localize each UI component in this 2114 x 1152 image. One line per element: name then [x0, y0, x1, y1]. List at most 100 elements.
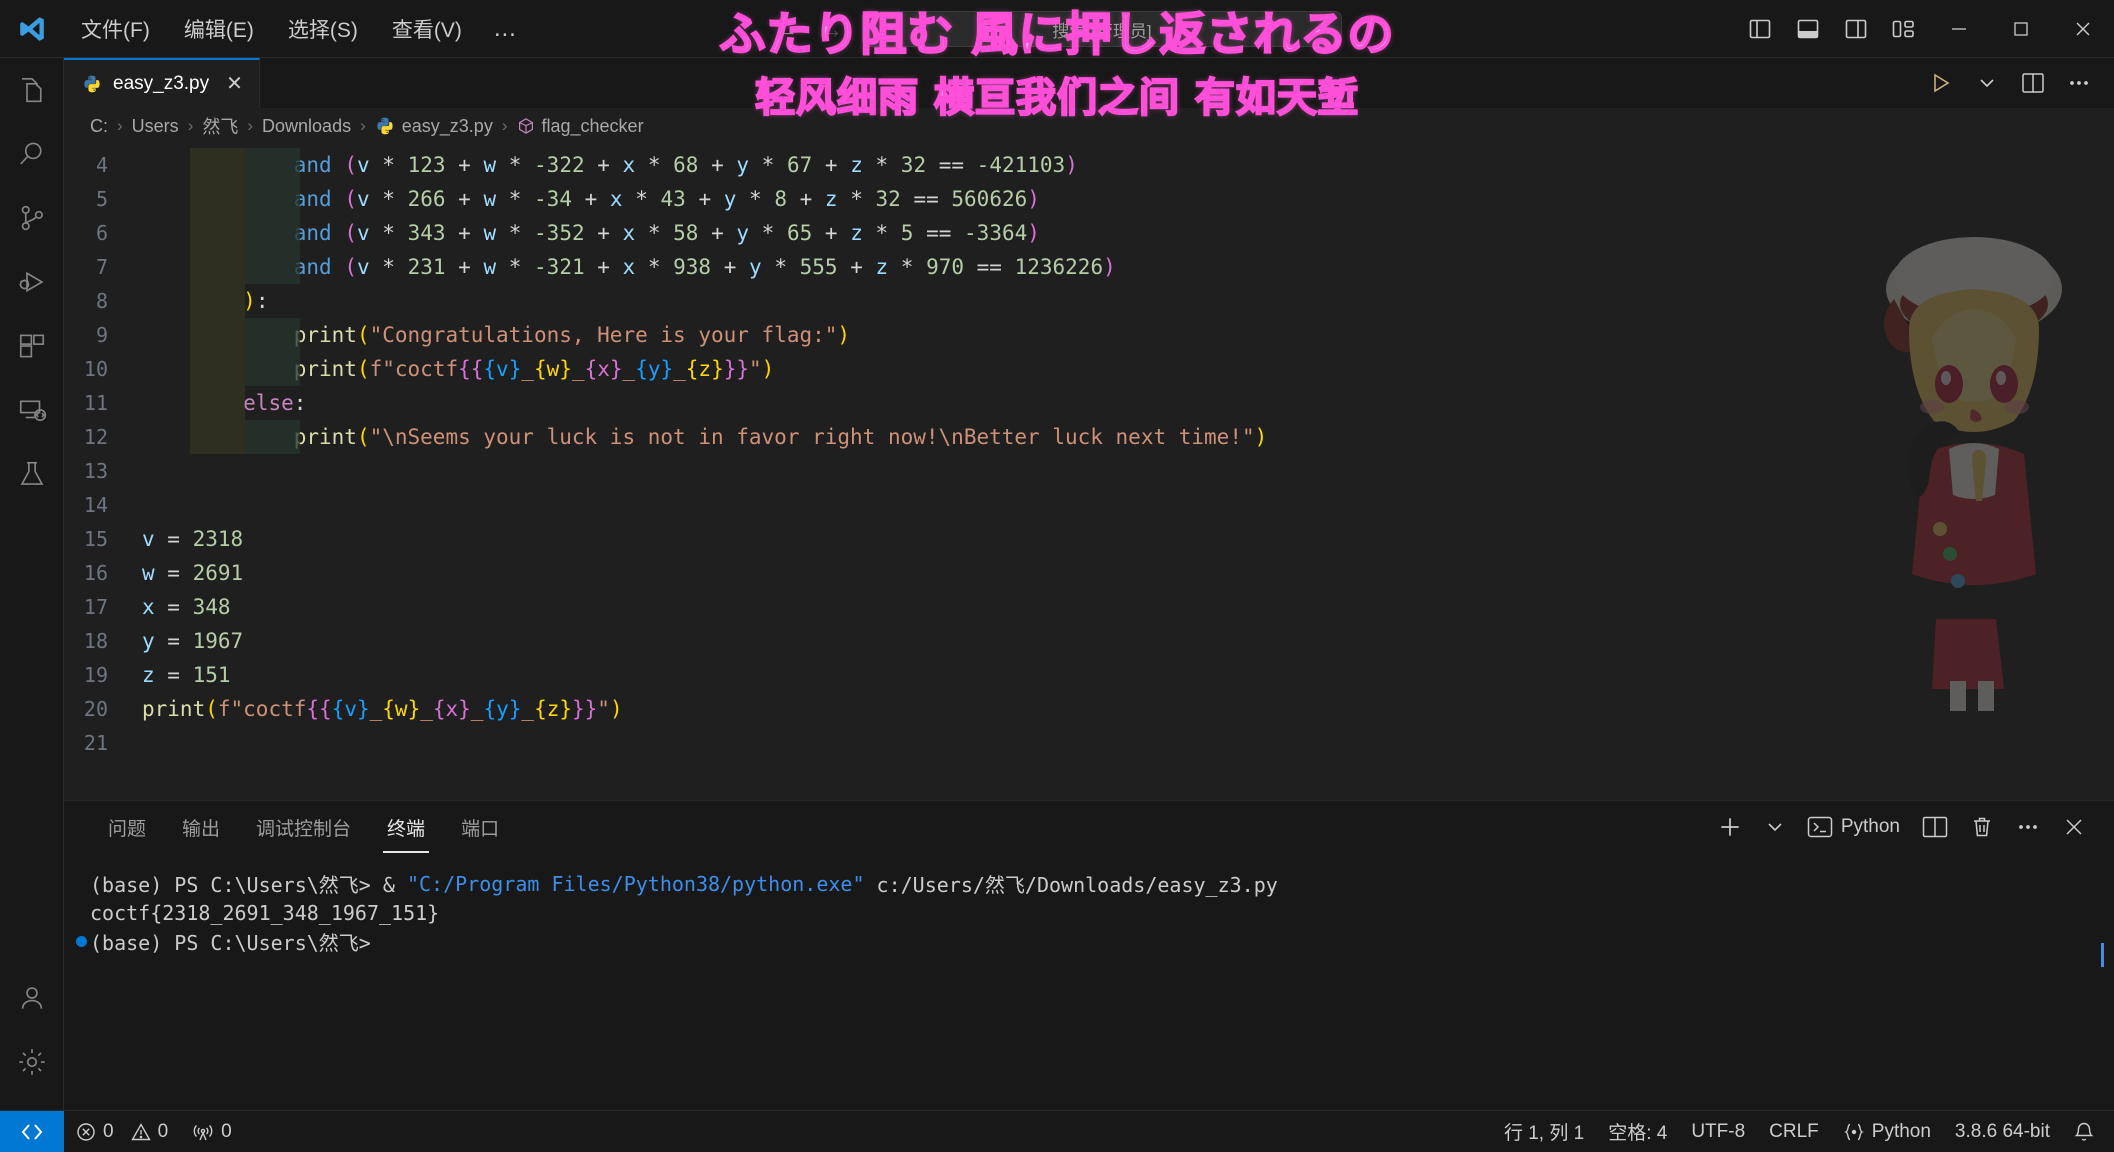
menu-selection[interactable]: 选择(S)	[271, 9, 375, 49]
line-number: 16	[83, 561, 108, 585]
indentation-status[interactable]: 空格: 4	[1596, 1111, 1679, 1152]
menu-view[interactable]: 查看(V)	[375, 9, 479, 49]
toggle-primary-sidebar-icon[interactable]	[1736, 7, 1784, 51]
accounts-icon[interactable]	[0, 966, 64, 1030]
code-line-text: w = 2691	[142, 561, 244, 585]
code-line[interactable]: 19 z = 151	[64, 658, 2114, 692]
eol-status[interactable]: CRLF	[1757, 1111, 1831, 1152]
code-line[interactable]: 17 x = 348	[64, 590, 2114, 624]
line-number: 13	[83, 459, 108, 483]
code-line[interactable]: 10 print(f"coctf{{{v}_{w}_{x}_{y}_{z}}}"…	[64, 352, 2114, 386]
code-line[interactable]: 6 and (v * 343 + w * -352 + x * 58 + y *…	[64, 216, 2114, 250]
code-line[interactable]: 11 else:	[64, 386, 2114, 420]
code-line[interactable]: 14	[64, 488, 2114, 522]
menu-more-icon[interactable]: …	[479, 9, 533, 49]
breadcrumb-item-file[interactable]: easy_z3.py	[375, 116, 493, 137]
minimize-button[interactable]	[1928, 0, 1990, 58]
sidebar-item-testing[interactable]	[0, 442, 64, 506]
breadcrumb-separator: ›	[247, 116, 254, 135]
python-interpreter-status[interactable]: 3.8.6 64-bit	[1943, 1111, 2062, 1152]
line-number: 21	[83, 731, 108, 755]
new-terminal-dropdown-icon[interactable]	[1755, 806, 1795, 848]
python-file-icon	[377, 117, 393, 135]
toggle-secondary-sidebar-icon[interactable]	[1832, 7, 1880, 51]
breadcrumb-item-drive[interactable]: C:	[90, 116, 108, 137]
ports-status-item[interactable]: 0	[180, 1111, 244, 1152]
code-line[interactable]: 8 ):	[64, 284, 2114, 318]
code-line[interactable]: 7 and (v * 231 + w * -321 + x * 938 + y …	[64, 250, 2114, 284]
run-dropdown-icon[interactable]	[1966, 62, 2008, 104]
split-terminal-button[interactable]	[1912, 806, 1958, 848]
gear-icon[interactable]	[0, 1030, 64, 1094]
breadcrumb: C: › Users › 然飞 › Downloads › easy_z3.py…	[64, 108, 2114, 144]
panel-actions: Python	[1707, 806, 2114, 848]
split-editor-right-button[interactable]	[2012, 62, 2054, 104]
remote-window-button[interactable]	[0, 1110, 64, 1152]
sidebar-item-remote-explorer[interactable]	[0, 378, 64, 442]
indent-guide	[190, 250, 245, 284]
warning-icon	[130, 1122, 151, 1140]
more-actions-icon[interactable]	[2058, 62, 2100, 104]
line-number: 10	[83, 357, 108, 381]
search-input[interactable]: 搜索 [管理员]	[862, 11, 1342, 47]
panel-more-actions-icon[interactable]	[2006, 806, 2050, 848]
tab-easy-z3-py[interactable]: easy_z3.py ✕	[64, 58, 260, 108]
sidebar-item-extensions[interactable]	[0, 314, 64, 378]
panel-tab-output[interactable]: 输出	[164, 801, 238, 853]
editor-area: easy_z3.py ✕ C: › Users › 然飞 › Downloads…	[64, 58, 2114, 1110]
breadcrumb-item-user[interactable]: 然飞	[202, 113, 238, 139]
encoding-status[interactable]: UTF-8	[1679, 1111, 1757, 1152]
close-panel-button[interactable]	[2052, 806, 2096, 848]
line-column-status[interactable]: 行 1, 列 1	[1492, 1111, 1596, 1152]
editor-tab-bar: easy_z3.py ✕	[64, 58, 2114, 108]
panel-tab-problems[interactable]: 问题	[90, 801, 164, 853]
code-line[interactable]: 5 and (v * 266 + w * -34 + x * 43 + y * …	[64, 182, 2114, 216]
notifications-bell-button[interactable]	[2062, 1111, 2106, 1152]
indent-guide	[245, 148, 300, 182]
navigate-back-icon[interactable]: ←	[772, 14, 799, 45]
tab-close-icon[interactable]: ✕	[226, 74, 243, 94]
code-line[interactable]: 13	[64, 454, 2114, 488]
terminal-scroll-indicator	[2101, 943, 2104, 967]
problems-status-item[interactable]: 0 0	[64, 1111, 180, 1152]
line-number: 5	[95, 187, 108, 211]
menu-edit[interactable]: 编辑(E)	[167, 9, 271, 49]
navigate-forward-icon[interactable]: →	[817, 14, 844, 45]
panel-tab-ports[interactable]: 端口	[443, 801, 517, 853]
line-number: 18	[83, 629, 108, 653]
run-python-file-button[interactable]	[1920, 62, 1962, 104]
indent-guide	[190, 182, 245, 216]
menu-file[interactable]: 文件(F)	[64, 9, 167, 49]
code-line[interactable]: 21	[64, 726, 2114, 760]
breadcrumb-item-symbol[interactable]: flag_checker	[517, 116, 644, 137]
terminal-python-item[interactable]: Python	[1797, 806, 1910, 848]
language-mode-status[interactable]: Python	[1831, 1111, 1943, 1152]
sidebar-item-search[interactable]	[0, 122, 64, 186]
panel-tab-terminal[interactable]: 终端	[369, 801, 443, 853]
customize-layout-icon[interactable]	[1880, 7, 1928, 51]
sidebar-item-run-and-debug[interactable]	[0, 250, 64, 314]
maximize-button[interactable]	[1990, 0, 2052, 58]
code-line[interactable]: 20 print(f"coctf{{{v}_{w}_{x}_{y}_{z}}}")	[64, 692, 2114, 726]
breadcrumb-item-users[interactable]: Users	[132, 116, 179, 137]
close-button[interactable]	[2052, 0, 2114, 58]
code-line[interactable]: 18 y = 1967	[64, 624, 2114, 658]
panel-tab-debug-console[interactable]: 调试控制台	[238, 801, 369, 853]
breadcrumb-item-downloads[interactable]: Downloads	[262, 116, 351, 137]
terminal-output[interactable]: (base) PS C:\Users\然飞> & "C:/Program Fil…	[64, 853, 2114, 1110]
sidebar-item-source-control[interactable]	[0, 186, 64, 250]
editor-actions	[1920, 58, 2114, 108]
code-line[interactable]: 4 and (v * 123 + w * -322 + x * 68 + y *…	[64, 148, 2114, 182]
code-line[interactable]: 12 print("\nSeems your luck is not in fa…	[64, 420, 2114, 454]
code-line[interactable]: 9 print("Congratulations, Here is your f…	[64, 318, 2114, 352]
sidebar-item-explorer[interactable]	[0, 58, 64, 122]
code-editor[interactable]: 4 and (v * 123 + w * -322 + x * 68 + y *…	[64, 144, 2114, 800]
kill-terminal-button[interactable]	[1960, 806, 2004, 848]
toggle-panel-icon[interactable]	[1784, 7, 1832, 51]
breadcrumb-separator: ›	[117, 116, 123, 135]
line-number: 15	[83, 527, 108, 551]
code-line[interactable]: 15 v = 2318	[64, 522, 2114, 556]
code-line[interactable]: 16 w = 2691	[64, 556, 2114, 590]
new-terminal-button[interactable]	[1707, 806, 1753, 848]
language-mode-label: Python	[1871, 1120, 1931, 1142]
